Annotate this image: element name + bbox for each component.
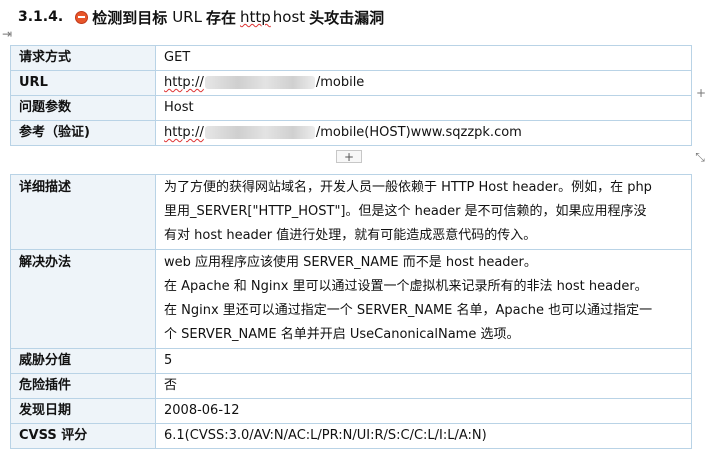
heading-title-url: URL <box>172 8 202 26</box>
vulnerability-detail-table: 详细描述 为了方便的获得网站域名，开发人员一般依赖于 HTTP Host hea… <box>10 174 692 449</box>
table-row: 发现日期 2008-06-12 <box>10 398 692 424</box>
row-label: CVSS 评分 <box>10 423 156 449</box>
row-value: 6.1(CVSS:3.0/AV:N/AC:L/PR:N/UI:R/S:C/C:L… <box>155 423 692 449</box>
row-label: 详细描述 <box>10 174 156 250</box>
heading-title-pre: 检测到目标 <box>92 8 168 27</box>
table-row: CVSS 评分 6.1(CVSS:3.0/AV:N/AC:L/PR:N/UI:R… <box>10 423 692 449</box>
table-row: 参考（验证) http:// /mobile(HOST)www.sqzzpk.co… <box>10 120 692 146</box>
row-label: 解决办法 <box>10 249 156 349</box>
solution-line: web 应用程序应该使用 SERVER_NAME 而不是 host header… <box>164 255 537 270</box>
description-line: 为了方便的获得网站域名，开发人员一般依赖于 HTTP Host header。例… <box>164 180 652 195</box>
table-row: URL http:// /mobile <box>10 70 692 96</box>
report-page: 3.1.4. 检测到目标 URL 存在 http host 头攻击漏洞 ⇥ 请求… <box>0 0 708 469</box>
move-handle-icon[interactable]: ⇥ <box>0 27 14 41</box>
row-label: 威胁分值 <box>10 348 156 374</box>
row-label: 发现日期 <box>10 398 156 424</box>
table-row: 详细描述 为了方便的获得网站域名，开发人员一般依赖于 HTTP Host hea… <box>10 174 692 250</box>
row-value: 2008-06-12 <box>155 398 692 424</box>
table-resize-icon[interactable]: ⤡ <box>693 150 707 164</box>
redacted-host-blur <box>204 126 315 139</box>
url-suffix: /mobile(HOST)www.sqzzpk.com <box>315 125 522 140</box>
row-value: http:// /mobile <box>155 70 692 96</box>
table-row: 请求方式 GET <box>10 45 692 71</box>
heading-title-host: host <box>272 8 306 26</box>
row-value: web 应用程序应该使用 SERVER_NAME 而不是 host header… <box>155 249 692 349</box>
description-line: 有对 host header 值进行处理，就有可能造成恶意代码的传入。 <box>164 228 537 243</box>
row-value: Host <box>155 95 692 121</box>
solution-line: 在 Apache 和 Nginx 里可以通过设置一个虚拟机来记录所有的非法 ho… <box>164 279 648 294</box>
section-number: 3.1.4. <box>18 9 64 25</box>
row-label: 参考（验证) <box>10 120 156 146</box>
insert-column-button[interactable]: + <box>694 86 708 100</box>
solution-line: 在 Nginx 里还可以通过指定一个 SERVER_NAME 名单，Apache… <box>164 303 653 318</box>
url-suffix: /mobile <box>315 75 365 90</box>
row-value: 5 <box>155 348 692 374</box>
row-value: 为了方便的获得网站域名，开发人员一般依赖于 HTTP Host header。例… <box>155 174 692 250</box>
table-row: 解决办法 web 应用程序应该使用 SERVER_NAME 而不是 host h… <box>10 249 692 349</box>
row-label: 危险插件 <box>10 373 156 399</box>
row-value: GET <box>155 45 692 71</box>
section-heading: 3.1.4. 检测到目标 URL 存在 http host 头攻击漏洞 <box>18 5 384 29</box>
row-value: 否 <box>155 373 692 399</box>
request-info-table: 请求方式 GET URL http:// /mobile 问题参数 Host 参考… <box>10 45 692 146</box>
row-label: URL <box>10 70 156 96</box>
warning-icon <box>75 10 89 24</box>
url-prefix: http:// <box>164 125 204 140</box>
heading-title-mid: 存在 <box>205 8 236 27</box>
table-row: 危险插件 否 <box>10 373 692 399</box>
heading-title-http: http <box>239 8 271 26</box>
add-row-button[interactable]: + <box>336 150 362 163</box>
row-label: 问题参数 <box>10 95 156 121</box>
description-line: 里用_SERVER["HTTP_HOST"]。但是这个 header 是不可信赖… <box>164 204 647 219</box>
redacted-host-blur <box>204 76 315 89</box>
table-row: 问题参数 Host <box>10 95 692 121</box>
table-row: 威胁分值 5 <box>10 348 692 374</box>
heading-title-post: 头攻击漏洞 <box>309 8 385 27</box>
row-value: http:// /mobile(HOST)www.sqzzpk.com <box>155 120 692 146</box>
row-label: 请求方式 <box>10 45 156 71</box>
solution-line: 个 SERVER_NAME 名单并开启 UseCanonicalName 选项。 <box>164 327 520 342</box>
url-prefix: http:// <box>164 75 204 90</box>
